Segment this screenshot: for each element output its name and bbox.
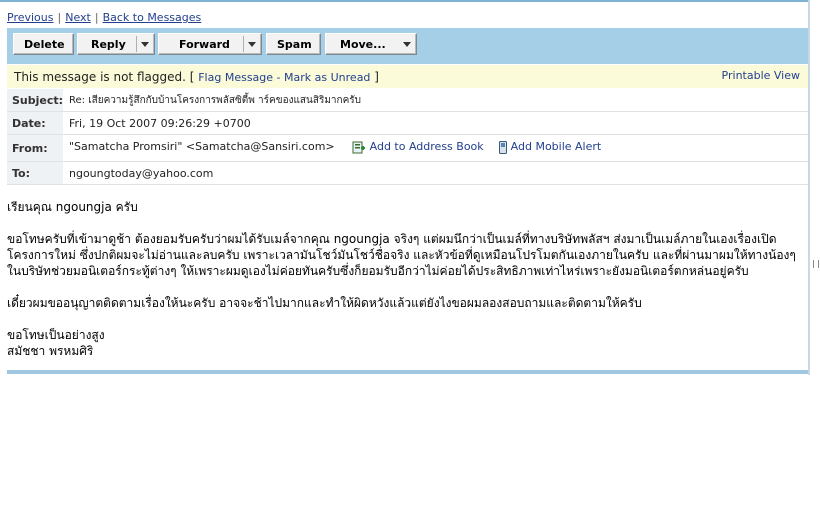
message-toolbar: Delete Reply Forward Spam Move... — [7, 28, 808, 64]
flag-bar: This message is not flagged. [ Flag Mess… — [7, 65, 808, 88]
from-value: "Samatcha Promsiri" <Samatcha@Sansiri.co… — [69, 140, 335, 153]
flag-status-text: This message is not flagged. [ — [14, 70, 195, 84]
move-label: Move... — [340, 38, 386, 51]
flag-close-bracket: ] — [370, 70, 379, 84]
date-label-cell: Date: — [7, 112, 63, 134]
from-value-group: "Samatcha Promsiri" <Samatcha@Sansiri.co… — [69, 140, 601, 154]
subject-label-cell: Subject: — [7, 89, 63, 111]
forward-button[interactable]: Forward — [158, 33, 262, 55]
reply-button[interactable]: Reply — [77, 33, 155, 55]
flag-dash: - — [273, 71, 285, 84]
forward-label: Forward — [179, 38, 230, 51]
mobile-phone-icon[interactable] — [498, 140, 507, 154]
printable-view-link[interactable]: Printable View — [722, 69, 800, 82]
nav-separator: | — [57, 11, 62, 24]
bottom-border — [7, 370, 808, 374]
subject-value: Re: เสียความรู้สึกกับบ้านโครงการพลัสซิตี… — [69, 95, 361, 106]
back-to-messages-link[interactable]: Back to Messages — [103, 11, 202, 24]
chevron-down-icon[interactable] — [141, 42, 149, 47]
scrollbar-grip[interactable] — [813, 260, 819, 268]
mark-as-unread-link[interactable]: Mark as Unread — [284, 71, 370, 84]
delete-button[interactable]: Delete — [13, 33, 74, 55]
flag-status: This message is not flagged. [ Flag Mess… — [14, 70, 379, 84]
delete-label: Delete — [24, 38, 65, 51]
next-link[interactable]: Next — [65, 11, 91, 24]
from-row: From: "Samatcha Promsiri" <Samatcha@Sans… — [7, 135, 808, 162]
message-nav: Previous | Next | Back to Messages — [7, 11, 201, 24]
add-mobile-alert-link[interactable]: Add Mobile Alert — [511, 140, 602, 153]
chevron-down-icon — [403, 42, 411, 47]
add-to-address-book-link[interactable]: Add to Address Book — [370, 140, 484, 153]
chevron-down-icon[interactable] — [248, 42, 256, 47]
body-closing1: ขอโทษเป็นอย่างสูง — [7, 328, 105, 342]
split-divider — [243, 36, 244, 52]
body-greeting: เรียนคุณ ngoungja ครับ — [7, 200, 138, 214]
right-border — [808, 0, 810, 375]
message-body: เรียนคุณ ngoungja ครับ ขอโทษครับที่เข้าม… — [7, 199, 808, 359]
date-row: Date: Fri, 19 Oct 2007 09:26:29 +0700 — [7, 112, 808, 135]
subject-row: Subject: Re: เสียความรู้สึกกับบ้านโครงกา… — [7, 89, 808, 112]
move-button[interactable]: Move... — [325, 33, 417, 55]
nav-separator: | — [94, 11, 99, 24]
spam-label: Spam — [277, 38, 312, 51]
to-value: ngoungtoday@yahoo.com — [69, 167, 214, 180]
body-para1-line2: โครงการใหม่ ซึ่งปกติผมจะไม่อ่านและลบครับ… — [7, 248, 796, 262]
address-book-icon[interactable] — [352, 140, 366, 154]
date-value: Fri, 19 Oct 2007 09:26:29 +0700 — [69, 117, 251, 130]
reply-label: Reply — [91, 38, 126, 51]
to-row: To: ngoungtoday@yahoo.com — [7, 162, 808, 185]
to-label-cell: To: — [7, 162, 63, 184]
body-para1-line1: ขอโทษครับที่เข้ามาดูช้า ต้องยอมรับครับว่… — [7, 232, 777, 246]
split-divider — [136, 36, 137, 52]
flag-message-link[interactable]: Flag Message — [198, 71, 273, 84]
subject-label: Subject: — [12, 94, 64, 107]
body-para1-line3: ในบริษัทช่วยมอนิเตอร์กระทู้ต่างๆ ให้เพรา… — [7, 264, 749, 278]
previous-link[interactable]: Previous — [7, 11, 54, 24]
top-border — [0, 0, 808, 2]
to-label: To: — [12, 167, 30, 180]
date-label: Date: — [12, 117, 46, 130]
from-label: From: — [12, 142, 48, 155]
from-label-cell: From: — [7, 135, 63, 161]
spam-button[interactable]: Spam — [266, 33, 321, 55]
body-closing2: สมัชชา พรหมศิริ — [7, 344, 94, 358]
body-para2: เดี๋ยวผมขออนุญาตติดตามเรื่องให้นะครับ อา… — [7, 296, 642, 310]
